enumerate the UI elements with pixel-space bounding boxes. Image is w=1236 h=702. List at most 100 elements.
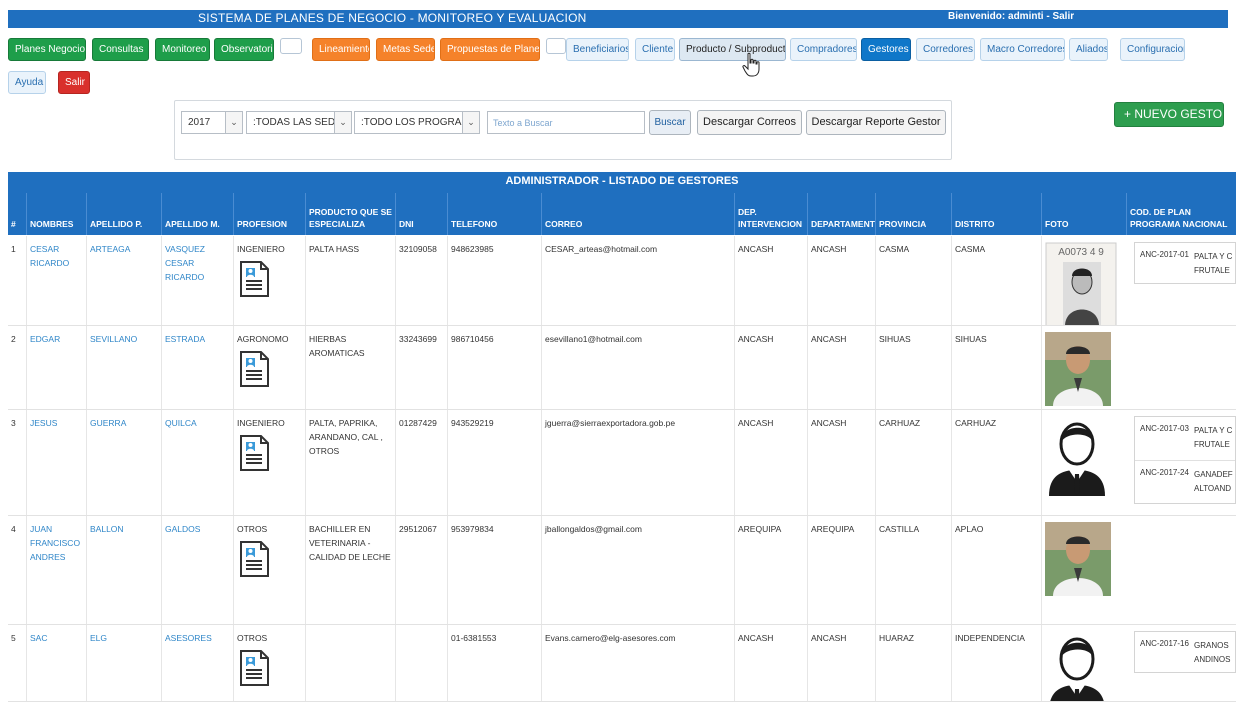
cell-dep_int: AREQUIPA xyxy=(734,516,807,624)
nav-gestores-button[interactable]: Gestores xyxy=(861,38,911,61)
year-select[interactable]: 2017 ⌄ xyxy=(181,111,243,134)
sede-select[interactable]: :TODAS LAS SEDE ⌄ xyxy=(246,111,352,134)
cell-correo-text: Evans.carnero@elg-asesores.com xyxy=(545,633,676,643)
cell-dni: 33243699 xyxy=(395,326,447,409)
group-toggle-box[interactable] xyxy=(280,38,302,54)
document-icon[interactable] xyxy=(237,260,271,298)
cell-telefono: 948623985 xyxy=(447,236,541,325)
download-emails-button[interactable]: Descargar Correos xyxy=(697,110,802,135)
cell-distrito-text: APLAO xyxy=(955,524,984,534)
cell-ap_p-text[interactable]: BALLON xyxy=(90,522,158,536)
app-title: SISTEMA DE PLANES DE NEGOCIO - MONITOREO… xyxy=(198,11,587,25)
search-input[interactable] xyxy=(487,111,645,134)
column-header-telefono: TELEFONO xyxy=(447,193,541,235)
cell-producto: HIERBAS AROMATICAS xyxy=(305,326,395,409)
nav-observatorio-button[interactable]: Observatorio xyxy=(214,38,274,61)
plan-item[interactable]: ANC-2017-03 PALTA Y C FRUTALE xyxy=(1135,417,1235,461)
document-icon[interactable] xyxy=(237,540,271,578)
cell-ap_p-text[interactable]: SEVILLANO xyxy=(90,332,158,346)
nav-macro-corredores-button[interactable]: Macro Corredores xyxy=(980,38,1065,61)
cell-num-text: 3 xyxy=(11,418,16,428)
welcome-logout-link[interactable]: Bienvenido: adminti - Salir xyxy=(948,11,1074,22)
plan-item[interactable]: ANC-2017-01 PALTA Y C FRUTALE xyxy=(1135,243,1235,285)
column-header-provincia: PROVINCIA xyxy=(875,193,951,235)
cell-ap_p-text[interactable]: GUERRA xyxy=(90,416,158,430)
nav-monitoreo-button[interactable]: Monitoreo xyxy=(155,38,210,61)
cell-nombres: EDGAR xyxy=(26,326,86,409)
nav-consultas-button[interactable]: Consultas xyxy=(92,38,149,61)
cell-nombres-text[interactable]: JESUS xyxy=(30,416,83,430)
plan-name: PALTA Y C FRUTALE xyxy=(1194,252,1233,275)
cell-ap_m-text[interactable]: ESTRADA xyxy=(165,332,230,346)
document-photo-icon: A0073 4 9 xyxy=(1045,242,1117,325)
cell-ap_m-text[interactable]: QUILCA xyxy=(165,416,230,430)
column-header-dni: DNI xyxy=(395,193,447,235)
nav-lineamientos-button[interactable]: Lineamientos xyxy=(312,38,370,61)
nav-producto-subproducto-button[interactable]: Producto / Subproducto xyxy=(679,38,786,61)
document-icon[interactable] xyxy=(237,649,271,687)
column-header-foto: FOTO xyxy=(1041,193,1126,235)
nav-beneficiarios-button[interactable]: Beneficiarios xyxy=(566,38,629,61)
cell-ap_m: ASESORES xyxy=(161,625,233,701)
cell-ap_p-text[interactable]: ARTEAGA xyxy=(90,242,158,256)
nav-planes-negocio-button[interactable]: Planes Negocio xyxy=(8,38,86,61)
column-header-profesion: PROFESION xyxy=(233,193,305,235)
cell-nombres-text[interactable]: JUAN FRANCISCO ANDRES xyxy=(30,522,83,564)
document-icon[interactable] xyxy=(237,350,271,388)
cell-nombres: JESUS xyxy=(26,410,86,515)
nav-propuestas-de-planes-button[interactable]: Propuestas de Planes xyxy=(440,38,540,61)
download-report-button[interactable]: Descargar Reporte Gestor xyxy=(806,110,946,135)
nav-ayuda-button[interactable]: Ayuda xyxy=(8,71,46,94)
group-toggle-box[interactable] xyxy=(546,38,566,54)
nav-configuracion-button[interactable]: Configuracion xyxy=(1120,38,1185,61)
cell-correo: jguerra@sierraexportadora.gob.pe xyxy=(541,410,734,515)
nav-cliente-button[interactable]: Cliente xyxy=(635,38,675,61)
cell-correo-text: CESAR_arteas@hotmail.com xyxy=(545,244,658,254)
nav-salir-button[interactable]: Salir xyxy=(58,71,90,94)
cell-num-text: 2 xyxy=(11,334,16,344)
cell-ap_p: ARTEAGA xyxy=(86,236,161,325)
cell-foto xyxy=(1041,326,1126,409)
cell-ap_m-text[interactable]: ASESORES xyxy=(165,631,230,645)
cell-dni: 32109058 xyxy=(395,236,447,325)
cell-profesion-text: INGENIERO xyxy=(237,418,285,428)
cell-profesion-text: AGRONOMO xyxy=(237,334,289,344)
column-header-num: # xyxy=(8,193,26,235)
cell-dep_int: ANCASH xyxy=(734,236,807,325)
cell-profesion-text: OTROS xyxy=(237,524,268,534)
cell-ap_p-text[interactable]: ELG xyxy=(90,631,158,645)
plan-item[interactable]: ANC-2017-24 GANADEF ALTOAND xyxy=(1135,461,1235,505)
profile-photo-icon xyxy=(1045,332,1111,406)
cell-ap_m-text[interactable]: GALDOS xyxy=(165,522,230,536)
column-header-label: PRODUCTO QUE SE ESPECIALIZA xyxy=(309,207,392,229)
cell-correo-text: jguerra@sierraexportadora.gob.pe xyxy=(545,418,676,428)
cell-ap_p: SEVILLANO xyxy=(86,326,161,409)
search-button[interactable]: Buscar xyxy=(649,110,691,135)
document-icon[interactable] xyxy=(237,434,271,472)
plan-item[interactable]: ANC-2017-16 GRANOS ANDINOS xyxy=(1135,632,1235,674)
cell-producto-text: PALTA, PAPRIKA, ARANDANO, CAL , OTROS xyxy=(309,418,383,456)
nav-aliados-button[interactable]: Aliados xyxy=(1069,38,1108,61)
plan-code: ANC-2017-24 xyxy=(1140,468,1189,477)
cell-ap_m-text[interactable]: VASQUEZ CESAR RICARDO xyxy=(165,242,230,284)
cell-profesion: INGENIERO xyxy=(233,410,305,515)
cell-departamento-text: AREQUIPA xyxy=(811,524,855,534)
cell-correo: esevillano1@hotmail.com xyxy=(541,326,734,409)
nav-corredores-button[interactable]: Corredores xyxy=(916,38,975,61)
cell-distrito: INDEPENDENCIA xyxy=(951,625,1041,701)
new-manager-button[interactable]: + NUEVO GESTOR xyxy=(1114,102,1224,127)
column-header-label: DISTRITO xyxy=(955,219,995,229)
nav-metas-sedes-button[interactable]: Metas Sedes xyxy=(376,38,435,61)
nav-compradores-button[interactable]: Compradores xyxy=(790,38,857,61)
cell-num-text: 5 xyxy=(11,633,16,643)
plan-code: ANC-2017-01 xyxy=(1140,250,1189,259)
cell-dep_int-text: ANCASH xyxy=(738,244,774,254)
programa-select[interactable]: :TODO LOS PROGRAMA ⌄ xyxy=(354,111,480,134)
cell-producto xyxy=(305,625,395,701)
cell-provincia: CARHUAZ xyxy=(875,410,951,515)
cell-ap_p: GUERRA xyxy=(86,410,161,515)
column-header-ap_m: APELLIDO M. xyxy=(161,193,233,235)
cell-nombres-text[interactable]: EDGAR xyxy=(30,332,83,346)
cell-nombres-text[interactable]: SAC xyxy=(30,631,83,645)
cell-nombres-text[interactable]: CESAR RICARDO xyxy=(30,242,83,270)
